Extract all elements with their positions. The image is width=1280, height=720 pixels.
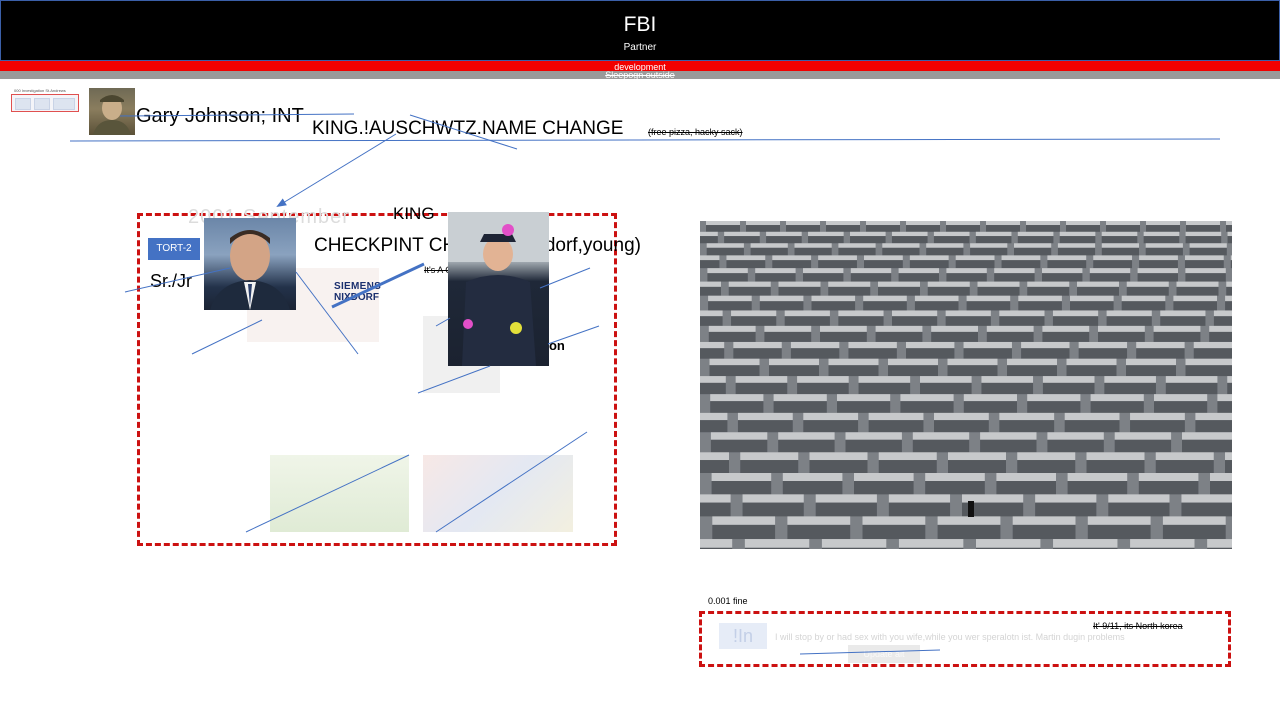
memorial-blocks-photo-icon <box>700 221 1232 549</box>
header-subtitle: Partner <box>623 42 657 53</box>
dashed-frame-bottom <box>699 611 1231 667</box>
suffix-label: Sr./Jr <box>150 271 193 291</box>
connector-line <box>69 138 1221 142</box>
gray-bar-label: Sleepogn outside <box>605 70 675 80</box>
tort-badge[interactable]: TORT-2 <box>148 238 200 260</box>
police-officer-photo-icon <box>448 212 549 366</box>
soldier-portrait-icon <box>89 88 135 135</box>
siemens-nixdorf-logo: SIEMENS NIXDORF <box>334 281 390 303</box>
thumbnail-cell <box>15 98 31 110</box>
logo-line-2: NIXDORF <box>334 292 379 303</box>
king-label: KING <box>393 204 435 223</box>
nixon-portrait-icon <box>204 218 296 310</box>
logo-line-1: SIEMENS <box>334 281 382 292</box>
name-change-line: KING.!AUSCHWTZ.NAME CHANGE <box>312 118 624 139</box>
arrow-connector <box>276 133 397 208</box>
slide-thumbnail[interactable] <box>11 94 79 112</box>
fine-label: 0.001 fine <box>708 596 748 606</box>
thumbnail-caption: 000 Investigation St.Andrews <box>14 88 66 93</box>
header-title: FBI <box>623 13 657 36</box>
name-line: Gary Johnson; INT <box>136 105 304 127</box>
thumbnail-cell <box>53 98 75 110</box>
name-change-aside: (free pizza, hacky sack) <box>648 127 743 137</box>
thumbnail-cell <box>34 98 50 110</box>
